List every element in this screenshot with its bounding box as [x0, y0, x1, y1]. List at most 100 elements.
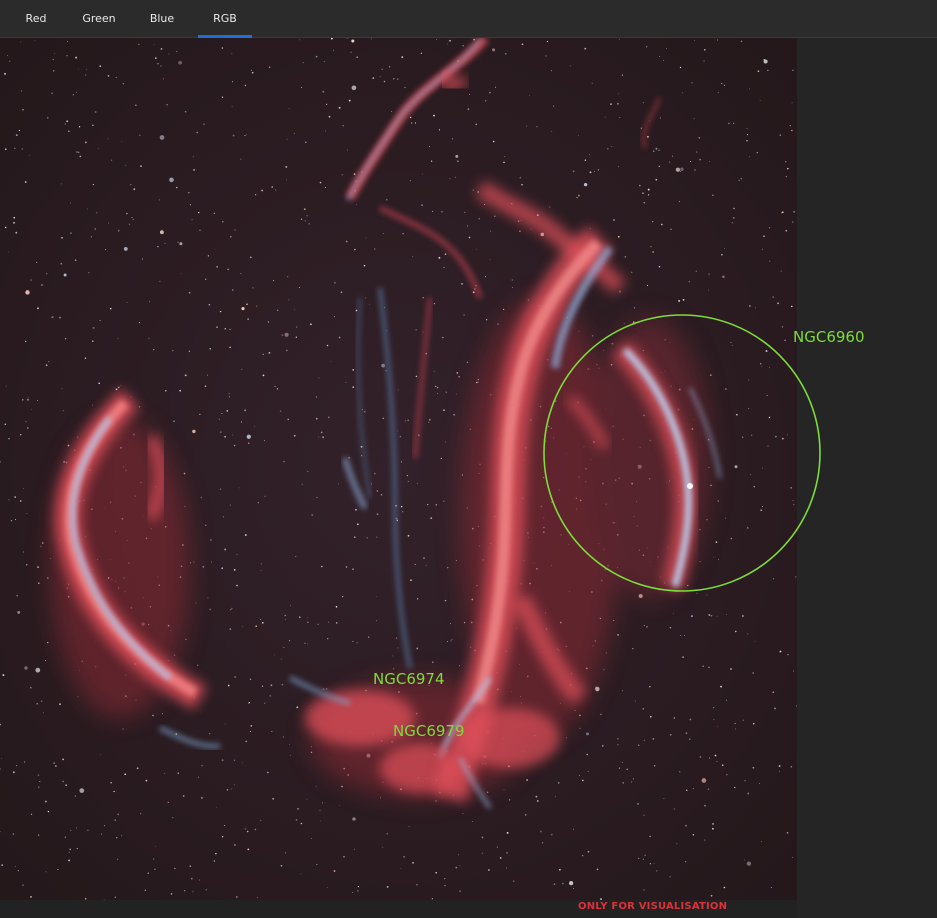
star: [315, 55, 318, 58]
star: [286, 138, 288, 140]
star: [352, 892, 354, 894]
star: [140, 813, 142, 815]
star: [603, 350, 604, 351]
star: [173, 420, 175, 423]
star: [759, 783, 761, 785]
star: [335, 622, 338, 624]
star: [54, 52, 56, 54]
star: [63, 273, 67, 277]
star: [52, 316, 54, 318]
star: [341, 785, 343, 788]
star: [484, 276, 487, 278]
star: [704, 839, 706, 841]
star: [249, 256, 252, 259]
star: [8, 437, 10, 440]
star: [472, 821, 474, 822]
star: [277, 309, 279, 311]
star: [338, 106, 341, 109]
star: [16, 765, 17, 767]
star: [376, 513, 379, 516]
star: [323, 61, 325, 63]
star: [376, 596, 378, 598]
star: [759, 100, 761, 101]
star: [154, 845, 156, 847]
star: [0, 768, 1, 770]
star: [326, 344, 329, 347]
star: [770, 886, 772, 889]
star: [618, 93, 619, 95]
star: [326, 103, 328, 105]
star: [791, 129, 793, 132]
star: [435, 871, 438, 874]
star: [115, 76, 117, 79]
star: [77, 696, 79, 698]
star: [724, 248, 725, 249]
nebula-image[interactable]: [0, 38, 797, 900]
tab-red[interactable]: Red: [15, 0, 57, 38]
star: [779, 650, 782, 653]
star: [646, 284, 649, 287]
tab-blue[interactable]: Blue: [140, 0, 184, 38]
star: [357, 523, 359, 525]
star: [244, 409, 247, 412]
star: [785, 161, 787, 163]
star: [15, 134, 18, 136]
star: [769, 260, 771, 262]
star: [177, 241, 179, 244]
star: [31, 408, 32, 410]
tab-green[interactable]: Green: [75, 0, 123, 38]
star: [365, 297, 367, 299]
star: [760, 363, 762, 365]
star: [519, 230, 521, 232]
star: [121, 141, 123, 142]
star: [62, 410, 64, 412]
star: [639, 184, 641, 187]
star: [506, 867, 508, 869]
ngc6979-label: NGC6979: [393, 722, 465, 740]
star: [241, 307, 245, 311]
star: [345, 240, 348, 243]
star: [687, 584, 689, 587]
star: [0, 758, 2, 759]
star: [116, 858, 119, 860]
star: [138, 322, 140, 324]
star: [352, 817, 356, 821]
star: [669, 876, 671, 878]
star: [774, 707, 776, 710]
star: [109, 307, 112, 310]
star: [414, 563, 416, 565]
star: [582, 779, 584, 782]
star: [733, 217, 735, 219]
star: [37, 307, 39, 310]
star: [122, 83, 124, 85]
star: [748, 379, 750, 381]
star: [401, 56, 404, 58]
star: [339, 805, 341, 807]
star: [643, 624, 645, 627]
star: [449, 39, 451, 42]
star: [456, 372, 459, 374]
star: [319, 810, 321, 812]
star: [53, 762, 55, 764]
star: [409, 180, 411, 182]
star: [90, 236, 92, 238]
star: [244, 828, 247, 830]
image-viewport[interactable]: NGC6960 NGC6974 NGC6979 ONLY FOR VISUALI…: [0, 38, 937, 918]
star: [117, 386, 120, 389]
star: [698, 137, 701, 139]
star: [289, 754, 291, 756]
star: [5, 148, 7, 150]
star: [706, 594, 708, 596]
star: [40, 545, 42, 547]
star: [458, 854, 460, 856]
star: [322, 688, 325, 690]
star: [254, 426, 256, 428]
star: [496, 846, 498, 848]
star: [356, 56, 358, 58]
star: [60, 262, 63, 265]
star: [617, 633, 620, 636]
star: [233, 569, 236, 571]
star: [10, 520, 13, 522]
tab-rgb[interactable]: RGB: [198, 0, 252, 38]
star: [221, 96, 224, 98]
